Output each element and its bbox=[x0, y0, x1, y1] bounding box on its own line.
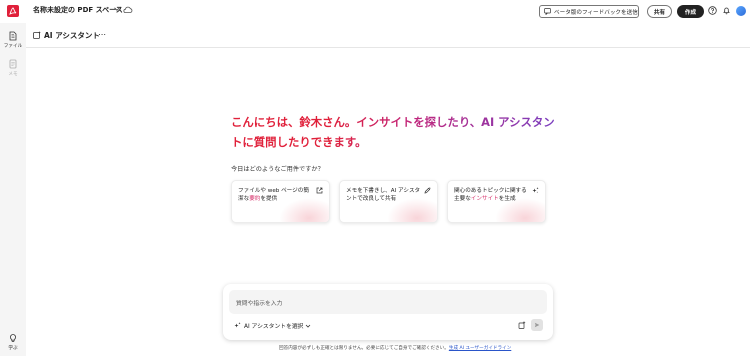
edit-note-icon bbox=[424, 187, 431, 194]
beta-feedback-label: ベータ版のフィードバックを送信 bbox=[554, 9, 638, 16]
add-file-icon[interactable] bbox=[518, 321, 526, 329]
chat-input-field-wrapper bbox=[229, 290, 547, 314]
more-options-icon[interactable]: ⋯ bbox=[98, 30, 106, 39]
assistant-select-label: AI アシスタントを選択 bbox=[244, 324, 304, 330]
card-text: メモを下書きし、AI アシスタントで改良して共有 bbox=[346, 187, 422, 203]
sidebar-item-notes-label: メモ bbox=[8, 72, 18, 77]
chevron-down-icon bbox=[306, 324, 311, 328]
prompt-label: 今日はどのようなご用件ですか？ bbox=[231, 166, 324, 173]
chevron-down-icon[interactable] bbox=[113, 5, 121, 13]
card-text: ファイルや web ページの簡潔な要約を提供 bbox=[238, 187, 314, 203]
card-text-post: を提供 bbox=[260, 196, 278, 202]
sparkle-icon bbox=[234, 322, 241, 328]
files-icon bbox=[9, 31, 17, 41]
suggestion-card-insights[interactable]: 関心のあるトピックに関する主要なインサイトを生成 bbox=[447, 180, 546, 223]
share-button[interactable]: 共有 bbox=[647, 5, 672, 18]
card-text: 関心のあるトピックに関する主要なインサイトを生成 bbox=[454, 187, 530, 203]
help-icon[interactable] bbox=[708, 6, 717, 15]
beta-feedback-button[interactable]: ベータ版のフィードバックを送信 bbox=[539, 5, 639, 18]
sparkle-icon bbox=[532, 187, 539, 193]
suggestion-card-draft-note[interactable]: メモを下書きし、AI アシスタントで改良して共有 bbox=[339, 180, 438, 223]
open-external-icon bbox=[316, 187, 323, 194]
notes-icon bbox=[9, 59, 17, 69]
space-title[interactable]: 名称未設定の PDF スペース bbox=[33, 5, 123, 15]
create-button[interactable]: 作成 bbox=[677, 5, 704, 18]
chat-input[interactable] bbox=[229, 296, 547, 312]
acrobat-logo-icon[interactable] bbox=[7, 5, 19, 17]
sidebar-item-notes[interactable]: メモ bbox=[0, 59, 26, 77]
lightbulb-icon bbox=[10, 334, 16, 342]
sidebar-item-learn[interactable]: 学ぶ bbox=[0, 333, 26, 351]
cloud-icon bbox=[123, 6, 133, 13]
card-text-pre: メモを下書きし、AI アシスタントで改良して共有 bbox=[346, 188, 421, 202]
greeting-text: こんにちは、鈴木さん。インサイトを探したり、AI アシスタントに質問したりできま… bbox=[231, 112, 556, 152]
panel-header: AI アシスタント ⋯ bbox=[26, 23, 750, 48]
card-text-highlight: 要約 bbox=[249, 196, 261, 202]
disclaimer-footer: 回答内容が必ずしも正確とは限りません。必要に応じてご自身でご確認ください。生成 … bbox=[279, 345, 511, 351]
sidebar-item-learn-label: 学ぶ bbox=[8, 346, 18, 351]
assistant-select-dropdown[interactable]: AI アシスタントを選択 bbox=[234, 321, 314, 330]
panel-title: AI アシスタント bbox=[44, 31, 100, 40]
send-button[interactable] bbox=[531, 319, 543, 331]
sidebar-item-files-label: ファイル bbox=[3, 44, 23, 49]
card-text-highlight: インサイト bbox=[470, 196, 499, 202]
left-sidebar: ファイル メモ 学ぶ bbox=[0, 23, 26, 356]
suggestion-card-summarize[interactable]: ファイルや web ページの簡潔な要約を提供 bbox=[231, 180, 330, 223]
feedback-icon bbox=[544, 8, 551, 15]
main-panel: AI アシスタント ⋯ こんにちは、鈴木さん。インサイトを探したり、AI アシス… bbox=[26, 23, 750, 356]
bell-icon[interactable] bbox=[722, 6, 731, 15]
guidelines-link[interactable]: 生成 AI ユーザーガイドライン bbox=[449, 346, 511, 351]
user-avatar[interactable] bbox=[736, 6, 746, 16]
sidebar-item-files[interactable]: ファイル bbox=[0, 31, 26, 49]
send-icon bbox=[534, 322, 540, 328]
card-text-post: を生成 bbox=[498, 196, 516, 202]
chat-input-box: AI アシスタントを選択 bbox=[223, 284, 553, 340]
ai-assistant-icon bbox=[33, 31, 41, 39]
disclaimer-text: 回答内容が必ずしも正確とは限りません。必要に応じてご自身でご確認ください。 bbox=[279, 346, 449, 351]
top-bar: 名称未設定の PDF スペース ベータ版のフィードバックを送信 共有 作成 bbox=[0, 0, 750, 23]
